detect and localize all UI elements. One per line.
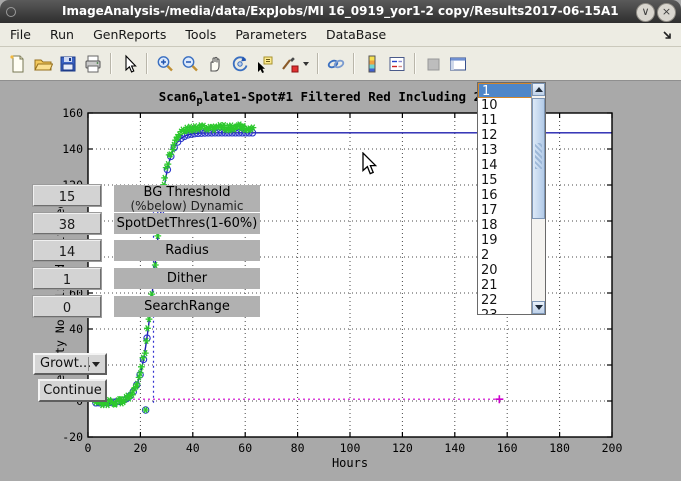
menu-overflow-arrow-icon[interactable]	[662, 29, 674, 41]
title-bar[interactable]: ImageAnalysis-/media/data/ExpJobs/MI 16_…	[0, 0, 681, 23]
spotdetthres-field[interactable]	[33, 213, 101, 234]
open-file-icon[interactable]	[31, 52, 54, 75]
dropdown-arrow-icon[interactable]	[88, 357, 103, 371]
spotdetthres-input[interactable]	[34, 216, 100, 235]
svg-text:40: 40	[186, 441, 200, 455]
dither-field[interactable]	[33, 268, 101, 289]
growth-curve-plot[interactable]: 020406080100120140160180200-200204060801…	[0, 81, 681, 481]
svg-text:140: 140	[62, 142, 83, 156]
searchrange-input[interactable]	[34, 299, 100, 318]
svg-text:180: 180	[549, 441, 570, 455]
window-title: ImageAnalysis-/media/data/ExpJobs/MI 16_…	[62, 0, 619, 23]
svg-text:100: 100	[340, 441, 361, 455]
x-axis-label: Hours	[332, 456, 368, 470]
rotate-3d-icon[interactable]	[228, 52, 251, 75]
svg-text:160: 160	[497, 441, 518, 455]
svg-text:20: 20	[133, 441, 147, 455]
dither-label: Dither	[114, 268, 260, 289]
pan-hand-icon[interactable]	[203, 52, 226, 75]
new-figure-icon[interactable]	[6, 52, 29, 75]
brush-data-icon[interactable]	[278, 52, 301, 75]
toolbar-separator	[110, 53, 111, 74]
svg-text:140: 140	[444, 441, 465, 455]
menu-parameters[interactable]: Parameters	[228, 23, 314, 42]
searchrange-field[interactable]	[33, 296, 101, 317]
radius-label: Radius	[114, 240, 260, 261]
toolbar-separator	[353, 53, 354, 74]
spotdetthres-label: SpotDetThres(1-60%)	[114, 213, 260, 234]
svg-text:60: 60	[238, 441, 252, 455]
save-figure-icon[interactable]	[56, 52, 79, 75]
menu-run[interactable]: Run	[43, 23, 81, 42]
menu-tools[interactable]: Tools	[178, 23, 223, 42]
shade-window-button[interactable]: ∨	[636, 3, 655, 22]
figure-canvas: 020406080100120140160180200-200204060801…	[0, 81, 681, 481]
scroll-up-icon[interactable]	[532, 83, 545, 96]
close-window-button[interactable]: ×	[657, 3, 676, 22]
radius-input[interactable]	[34, 243, 100, 262]
growth-dropdown-label: Growt...	[40, 356, 91, 371]
show-plot-tools-icon[interactable]	[446, 52, 469, 75]
insert-colorbar-icon[interactable]	[360, 52, 383, 75]
zoom-in-icon[interactable]	[153, 52, 176, 75]
svg-text:80: 80	[291, 441, 305, 455]
scrollbar-thumb[interactable]	[532, 98, 545, 219]
spot-listbox[interactable]: 1 10 11 12 13 14 15 16 17 18 19 2 20 21 …	[477, 82, 546, 315]
bg-threshold-input[interactable]	[34, 188, 100, 207]
brush-dropdown-icon[interactable]	[303, 62, 309, 66]
listbox-scrollbar[interactable]	[531, 83, 545, 314]
toolbar-separator	[414, 53, 415, 74]
app-window: ImageAnalysis-/media/data/ExpJobs/MI 16_…	[0, 0, 681, 481]
insert-legend-icon[interactable]	[385, 52, 408, 75]
hide-plot-tools-icon[interactable]	[421, 52, 444, 75]
window-menu-icon[interactable]	[6, 7, 16, 17]
svg-text:120: 120	[392, 441, 413, 455]
menu-bar: File Run GenReports Tools Parameters Dat…	[0, 23, 681, 47]
growth-dropdown[interactable]: Growt...	[33, 353, 107, 375]
radius-field[interactable]	[33, 240, 101, 261]
svg-text:40: 40	[69, 322, 83, 336]
menu-database[interactable]: DataBase	[319, 23, 393, 42]
print-figure-icon[interactable]	[81, 52, 104, 75]
toolbar-separator	[317, 53, 318, 74]
menu-genreports[interactable]: GenReports	[86, 23, 173, 42]
edit-plot-icon[interactable]	[117, 52, 140, 75]
svg-text:160: 160	[62, 106, 83, 120]
figure-toolbar	[0, 47, 681, 81]
bg-threshold-label: BG Threshold (%below) Dynamic	[114, 185, 260, 212]
mouse-cursor	[362, 152, 378, 176]
data-cursor-icon[interactable]	[253, 52, 276, 75]
bg-threshold-sublabel: (%below) Dynamic	[114, 200, 260, 212]
svg-text:-20: -20	[62, 430, 83, 444]
svg-text:0: 0	[85, 441, 92, 455]
continue-button[interactable]: Continue	[38, 379, 107, 402]
scroll-down-icon[interactable]	[532, 301, 545, 314]
link-plot-icon[interactable]	[324, 52, 347, 75]
dither-input[interactable]	[34, 271, 100, 290]
zoom-out-icon[interactable]	[178, 52, 201, 75]
svg-text:200: 200	[602, 441, 623, 455]
searchrange-label: SearchRange	[114, 296, 260, 317]
toolbar-separator	[146, 53, 147, 74]
bg-threshold-field[interactable]	[33, 185, 101, 206]
menu-file[interactable]: File	[3, 23, 38, 42]
